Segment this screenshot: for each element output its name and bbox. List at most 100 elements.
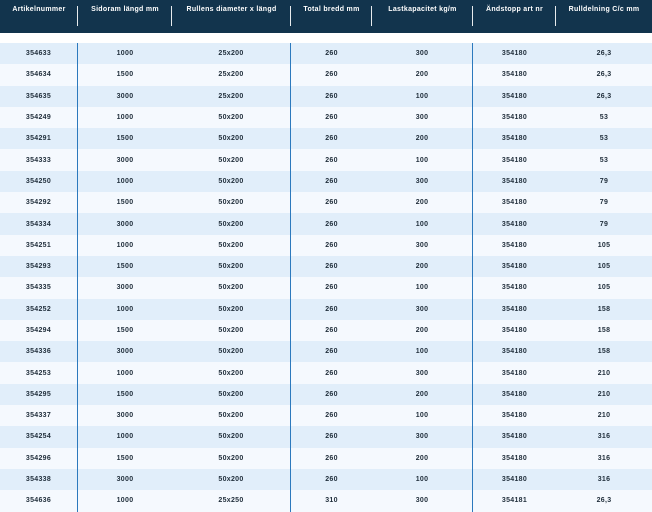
cell-total-width: 260 [325,412,338,420]
cell-roller-size: 25x200 [172,43,291,65]
cell-load-capacity: 100 [372,85,473,107]
cell-roller-size: 25x250 [172,490,291,512]
cell-load-capacity: 100 [372,213,473,235]
cell-total-width: 260 [325,305,338,313]
header-cell-roller-size: Rullens diameter x längd [172,0,291,33]
cell-load-capacity: 300 [372,43,473,65]
cell-end-stop: 354180 [501,263,528,271]
cell-article-number: 354249 [0,106,78,129]
cell-roller-size: 50x200 [172,447,291,469]
cell-article-number: 354334 [0,213,78,235]
header-cell-roller-pitch: Rulldelning C/c mm [568,6,640,13]
cell-end-stop: 354180 [501,433,528,441]
cell-article-number: 354338 [0,468,78,491]
cell-side-frame-length: 3000 [116,476,134,484]
cell-side-frame-length: 1500 [116,390,134,398]
table-row: 354249 1000 50x200 260 300 354180 53 [0,106,652,129]
cell-side-frame-length: 1000 [116,241,134,249]
cell-end-stop: 354180 [501,327,528,334]
cell-total-width: 260 [325,476,338,484]
cell-roller-pitch: 79 [599,177,609,185]
cell-total-width: 260 [325,71,338,79]
cell-end-stop: 354180 [501,454,528,462]
cell-side-frame-length: 1000 [116,305,134,313]
cell-roller-size: 50x200 [172,298,291,320]
table-row: 354251 1000 50x200 260 300 354180 105 [0,234,652,256]
cell-side-frame-length: 1000 [116,433,134,441]
cell-load-capacity: 300 [372,362,473,384]
cell-roller-pitch: 105 [597,241,611,249]
cell-side-frame-length: 1500 [116,71,134,79]
cell-end-stop: 354180 [501,156,528,164]
cell-end-stop: 354180 [501,348,528,356]
cell-total-width: 260 [325,135,338,143]
cell-load-capacity: 200 [372,255,473,278]
cell-side-frame-length: 3000 [116,220,134,228]
cell-side-frame-length: 1500 [116,263,134,271]
cell-end-stop: 354180 [501,369,528,377]
table-row: 354333 3000 50x200 260 100 354180 53 [0,149,652,171]
table-row: 354635 3000 25x200 260 100 354180 26,3 [0,85,652,107]
header-cell-article-number: Artikelnummer [0,0,78,33]
table-row: 354296 1500 50x200 260 200 354180 316 [0,447,652,469]
cell-roller-pitch: 210 [597,412,611,420]
cell-load-capacity: 100 [372,277,473,299]
cell-load-capacity: 100 [372,149,473,171]
cell-total-width: 260 [325,390,338,398]
cell-side-frame-length: 1000 [116,497,134,505]
product-table: Artikelnummer Sidoram längd mm Rullens d… [0,0,652,512]
cell-roller-pitch: 316 [597,476,611,484]
table-row: 354294 1500 50x200 260 200 354180 158 [0,319,652,342]
cell-roller-size: 50x200 [172,234,291,256]
cell-load-capacity: 200 [372,64,473,86]
cell-total-width: 260 [325,114,338,122]
header-cell-end-stop: Ändstopp art nr [473,0,556,33]
cell-total-width: 260 [325,263,338,271]
cell-end-stop: 354180 [501,390,528,398]
cell-total-width: 260 [325,369,338,377]
cell-load-capacity: 300 [372,106,473,129]
cell-article-number: 354336 [0,341,78,363]
cell-side-frame-length: 1000 [116,50,134,58]
cell-roller-size: 50x200 [172,149,291,171]
cell-side-frame-length: 3000 [116,412,134,420]
cell-roller-pitch: 158 [597,327,611,334]
cell-side-frame-length: 1500 [116,135,134,143]
cell-roller-pitch: 26,3 [596,71,612,79]
cell-roller-size: 50x200 [172,277,291,299]
cell-article-number: 354253 [0,362,78,384]
cell-roller-pitch: 26,3 [596,50,612,58]
table-row: 354254 1000 50x200 260 300 354180 316 [0,426,652,448]
cell-end-stop: 354180 [501,284,528,292]
cell-roller-pitch: 79 [599,199,609,207]
cell-article-number: 354254 [0,426,78,448]
cell-load-capacity: 200 [372,319,473,342]
table-body: 354633 1000 25x200 260 300 354180 26,3 354634 15… [0,43,652,512]
table-row: 354634 1500 25x200 260 200 354180 26,3 [0,64,652,86]
header-cell-side-frame-length: Sidoram längd mm [78,0,172,33]
cell-roller-size: 50x200 [172,405,291,427]
cell-roller-size: 50x200 [172,213,291,235]
cell-roller-pitch: 316 [597,454,611,462]
cell-roller-pitch: 158 [597,305,611,313]
table-row: 354253 1000 50x200 260 300 354180 210 [0,362,652,384]
cell-roller-pitch: 210 [597,369,611,377]
cell-end-stop: 354181 [501,497,528,505]
cell-end-stop: 354180 [501,241,528,249]
cell-side-frame-length: 3000 [116,348,134,356]
cell-load-capacity: 300 [372,234,473,256]
table-row: 354335 3000 50x200 260 100 354180 105 [0,277,652,299]
cell-total-width: 260 [325,284,338,292]
cell-side-frame-length: 3000 [116,156,134,164]
table-row: 354250 1000 50x200 260 300 354180 79 [0,170,652,193]
cell-side-frame-length: 1000 [116,114,134,122]
cell-load-capacity: 100 [372,468,473,491]
cell-total-width: 260 [325,50,338,58]
table-row: 354636 1000 25x250 310 300 354181 26,3 [0,490,652,512]
cell-load-capacity: 200 [372,383,473,406]
cell-roller-size: 50x200 [172,319,291,342]
cell-end-stop: 354180 [501,199,528,207]
cell-end-stop: 354180 [501,220,528,228]
cell-side-frame-length: 1500 [116,327,134,334]
cell-roller-pitch: 210 [597,390,611,398]
